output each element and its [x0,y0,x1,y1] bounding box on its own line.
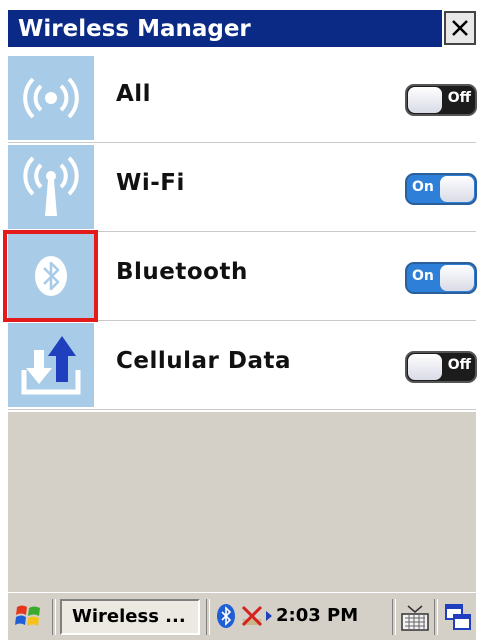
cellular-data-toggle[interactable]: Off [405,351,477,383]
row-all-label: All [116,81,152,107]
close-button[interactable] [444,11,476,45]
taskbar: Wireless ... 2:03 PM [8,592,476,640]
row-all[interactable]: All Off [8,54,477,143]
empty-area [8,412,476,592]
tray-arrow-icon[interactable] [266,611,272,621]
taskbar-separator [392,599,396,635]
broadcast-icon [8,56,94,140]
toggle-state: Off [447,357,471,373]
toggle-knob [408,87,442,113]
row-cellular-data[interactable]: Cellular Data Off [8,321,477,410]
taskbar-separator [52,599,56,635]
row-wifi-label: Wi-Fi [116,170,185,196]
row-cellular-data-label: Cellular Data [116,348,292,374]
network-disconnected-icon[interactable] [240,603,264,629]
keyboard-icon[interactable] [400,603,430,633]
switch-windows-icon[interactable] [444,603,472,631]
toggle-state: Off [447,90,471,106]
wifi-toggle[interactable]: On [405,173,477,205]
task-button-wireless[interactable]: Wireless ... [60,599,200,635]
toggle-state: On [412,179,434,195]
title-bar: Wireless Manager [0,0,484,54]
toggle-knob [440,265,474,291]
taskbar-separator [434,599,438,635]
toggle-knob [408,354,442,380]
cellular-data-icon [8,323,94,407]
all-toggle[interactable]: Off [405,84,477,116]
taskbar-separator [206,599,210,635]
clock[interactable]: 2:03 PM [276,603,358,629]
row-bluetooth-label: Bluetooth [116,259,248,285]
toggle-state: On [412,268,434,284]
close-icon [452,20,468,36]
wifi-antenna-icon [8,145,94,229]
window-title: Wireless Manager [18,16,251,42]
windows-start-icon[interactable] [14,601,44,631]
highlight-box [3,230,98,322]
bluetooth-tray-icon[interactable] [216,603,236,629]
toggle-knob [440,176,474,202]
row-wifi[interactable]: Wi-Fi On [8,143,477,232]
bluetooth-toggle[interactable]: On [405,262,477,294]
